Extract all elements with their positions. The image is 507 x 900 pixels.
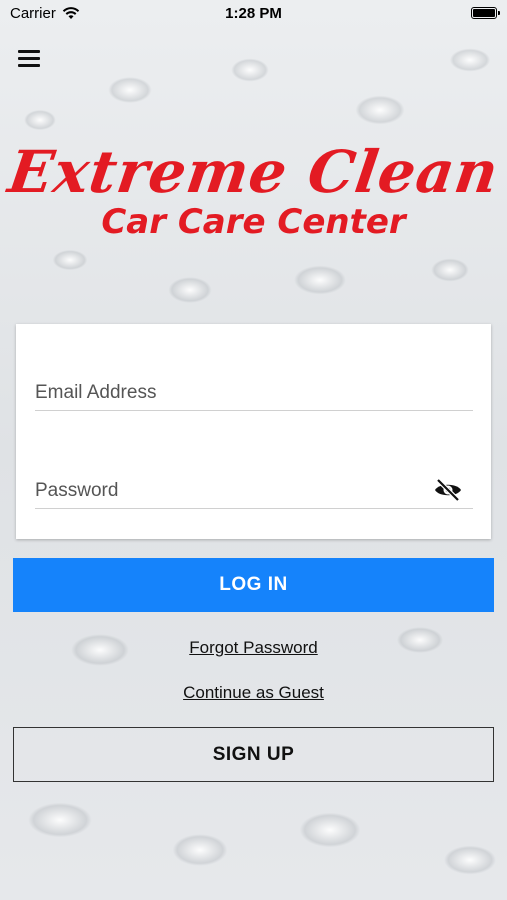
login-card	[16, 324, 491, 539]
hamburger-menu-icon[interactable]	[18, 50, 40, 68]
forgot-password-link[interactable]: Forgot Password	[0, 638, 507, 658]
logo-subtitle: Car Care Center	[101, 202, 406, 242]
status-bar: Carrier 1:28 PM	[0, 0, 507, 28]
email-input[interactable]	[35, 378, 425, 408]
email-field-container	[35, 374, 473, 411]
password-input[interactable]	[35, 476, 425, 506]
signup-button[interactable]: SIGN UP	[13, 727, 494, 782]
status-time: 1:28 PM	[225, 5, 282, 22]
eye-slash-icon[interactable]	[433, 478, 463, 502]
login-button[interactable]: LOG IN	[13, 558, 494, 612]
logo-title: Extreme Clean	[4, 138, 503, 206]
battery-icon	[471, 7, 500, 19]
continue-as-guest-link[interactable]: Continue as Guest	[0, 683, 507, 703]
password-field-container	[35, 472, 473, 509]
brand-logo: Extreme Clean Car Care Center	[0, 138, 507, 242]
